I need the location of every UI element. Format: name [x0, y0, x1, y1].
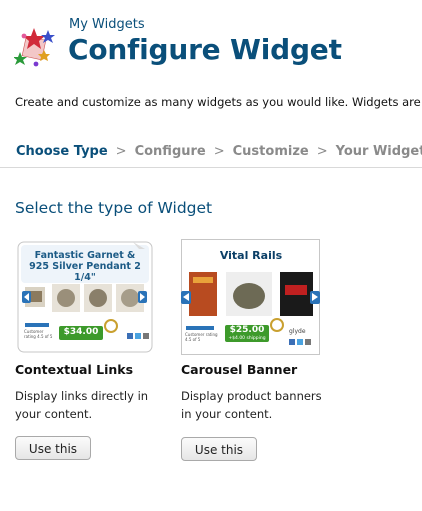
preview-price: $34.00 — [63, 327, 99, 337]
step-customize: Customize — [232, 144, 309, 159]
preview-price: $25.00 — [229, 325, 265, 335]
contextual-links-preview: Fantastic Garnet & 925 Silver Pendant 2 … — [15, 239, 155, 355]
step-separator: > — [213, 144, 225, 159]
step-configure: Configure — [134, 144, 206, 159]
step-separator: > — [316, 144, 328, 159]
carousel-banner-preview: Vital Rails $25.00 +$4.00 shipping Custo… — [181, 239, 321, 355]
use-this-button-carousel-banner[interactable]: Use this — [181, 437, 257, 461]
card-description: Display product banners in your content. — [181, 389, 322, 421]
page-title: Configure Widget — [68, 33, 342, 66]
preview-headline: Vital Rails — [219, 249, 283, 262]
preview-headline: Fantastic Garnet & 925 Silver Pendant 2 … — [29, 250, 141, 283]
preview-shipping: +$4.00 shipping — [228, 336, 266, 341]
preview-brand: glyde — [289, 328, 306, 335]
widgets-logo-icon — [14, 28, 55, 67]
step-your-widget: Your Widget — [335, 144, 422, 159]
intro-text: Create and customize as many widgets as … — [15, 95, 421, 109]
step-separator: > — [115, 144, 127, 159]
preview-rating: Customer rating 4.5 of 5 — [185, 332, 218, 342]
card-description: Display links directly in your content. — [15, 389, 149, 421]
widget-card-contextual-links: Fantastic Garnet & 925 Silver Pendant 2 … — [15, 239, 175, 460]
page-header: My Widgets Configure Widget — [14, 16, 422, 68]
divider — [0, 167, 422, 168]
card-title: Carousel Banner — [181, 362, 298, 377]
card-title: Contextual Links — [15, 362, 134, 377]
step-choose-type: Choose Type — [16, 144, 108, 159]
preview-rating: Customer rating 4.5 of 5 — [24, 329, 53, 339]
section-title: Select the type of Widget — [15, 199, 213, 217]
wizard-steps: Choose Type > Configure > Customize > Your Wid… — [16, 144, 422, 159]
widget-card-carousel-banner: Vital Rails $25.00 +$4.00 shipping Custo… — [181, 239, 341, 461]
use-this-button-contextual-links[interactable]: Use this — [15, 436, 91, 460]
breadcrumb-my-widgets[interactable]: My Widgets — [69, 17, 145, 32]
